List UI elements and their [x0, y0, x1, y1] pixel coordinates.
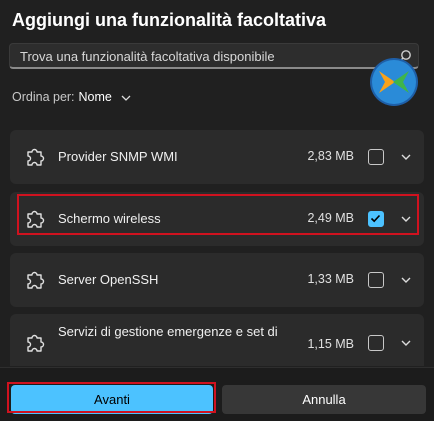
feature-size: 2,83 MB — [307, 149, 354, 163]
chevron-down-icon[interactable] — [400, 213, 412, 225]
feature-row-provider-snmp-wmi[interactable]: Provider SNMP WMI 2,83 MB — [10, 130, 424, 184]
puzzle-icon — [27, 334, 45, 352]
puzzle-icon — [27, 210, 45, 228]
feature-checkbox[interactable] — [368, 211, 384, 227]
feature-size: 2,49 MB — [307, 211, 354, 225]
sort-control[interactable]: Ordina per: Nome — [12, 90, 131, 104]
feature-size: 1,33 MB — [307, 272, 354, 286]
watermark-logo — [370, 58, 418, 106]
checkmark-icon — [370, 214, 381, 223]
feature-checkbox[interactable] — [368, 335, 384, 351]
feature-checkbox[interactable] — [368, 149, 384, 165]
feature-name: Schermo wireless — [58, 211, 161, 226]
puzzle-icon — [27, 271, 45, 289]
feature-row-servizi-gestione-emergenze[interactable]: Servizi di gestione emergenze e set di 1… — [10, 314, 424, 366]
feature-name: Server OpenSSH — [58, 272, 159, 287]
chevron-down-icon[interactable] — [400, 274, 412, 286]
cancel-button[interactable]: Annulla — [222, 385, 426, 414]
sort-value[interactable]: Nome — [79, 90, 112, 104]
feature-row-server-openssh[interactable]: Server OpenSSH 1,33 MB — [10, 253, 424, 307]
search-input[interactable] — [18, 48, 372, 65]
dialog-title: Aggiungi una funzionalità facoltativa — [12, 10, 327, 30]
feature-list[interactable]: Provider SNMP WMI 2,83 MB Schermo wirele… — [0, 118, 434, 366]
dialog-footer: Avanti Annulla — [0, 367, 434, 421]
chevron-down-icon[interactable] — [121, 95, 131, 101]
search-box[interactable] — [9, 43, 419, 69]
puzzle-icon — [27, 148, 45, 166]
next-button[interactable]: Avanti — [11, 385, 213, 414]
feature-size: 1,15 MB — [307, 337, 354, 351]
chevron-down-icon[interactable] — [400, 151, 412, 163]
chevron-down-icon[interactable] — [400, 337, 412, 349]
sort-label: Ordina per: — [12, 90, 75, 104]
feature-name: Provider SNMP WMI — [58, 149, 178, 164]
feature-checkbox[interactable] — [368, 272, 384, 288]
feature-name: Servizi di gestione emergenze e set di — [58, 324, 278, 339]
feature-row-schermo-wireless[interactable]: Schermo wireless 2,49 MB — [10, 192, 424, 246]
